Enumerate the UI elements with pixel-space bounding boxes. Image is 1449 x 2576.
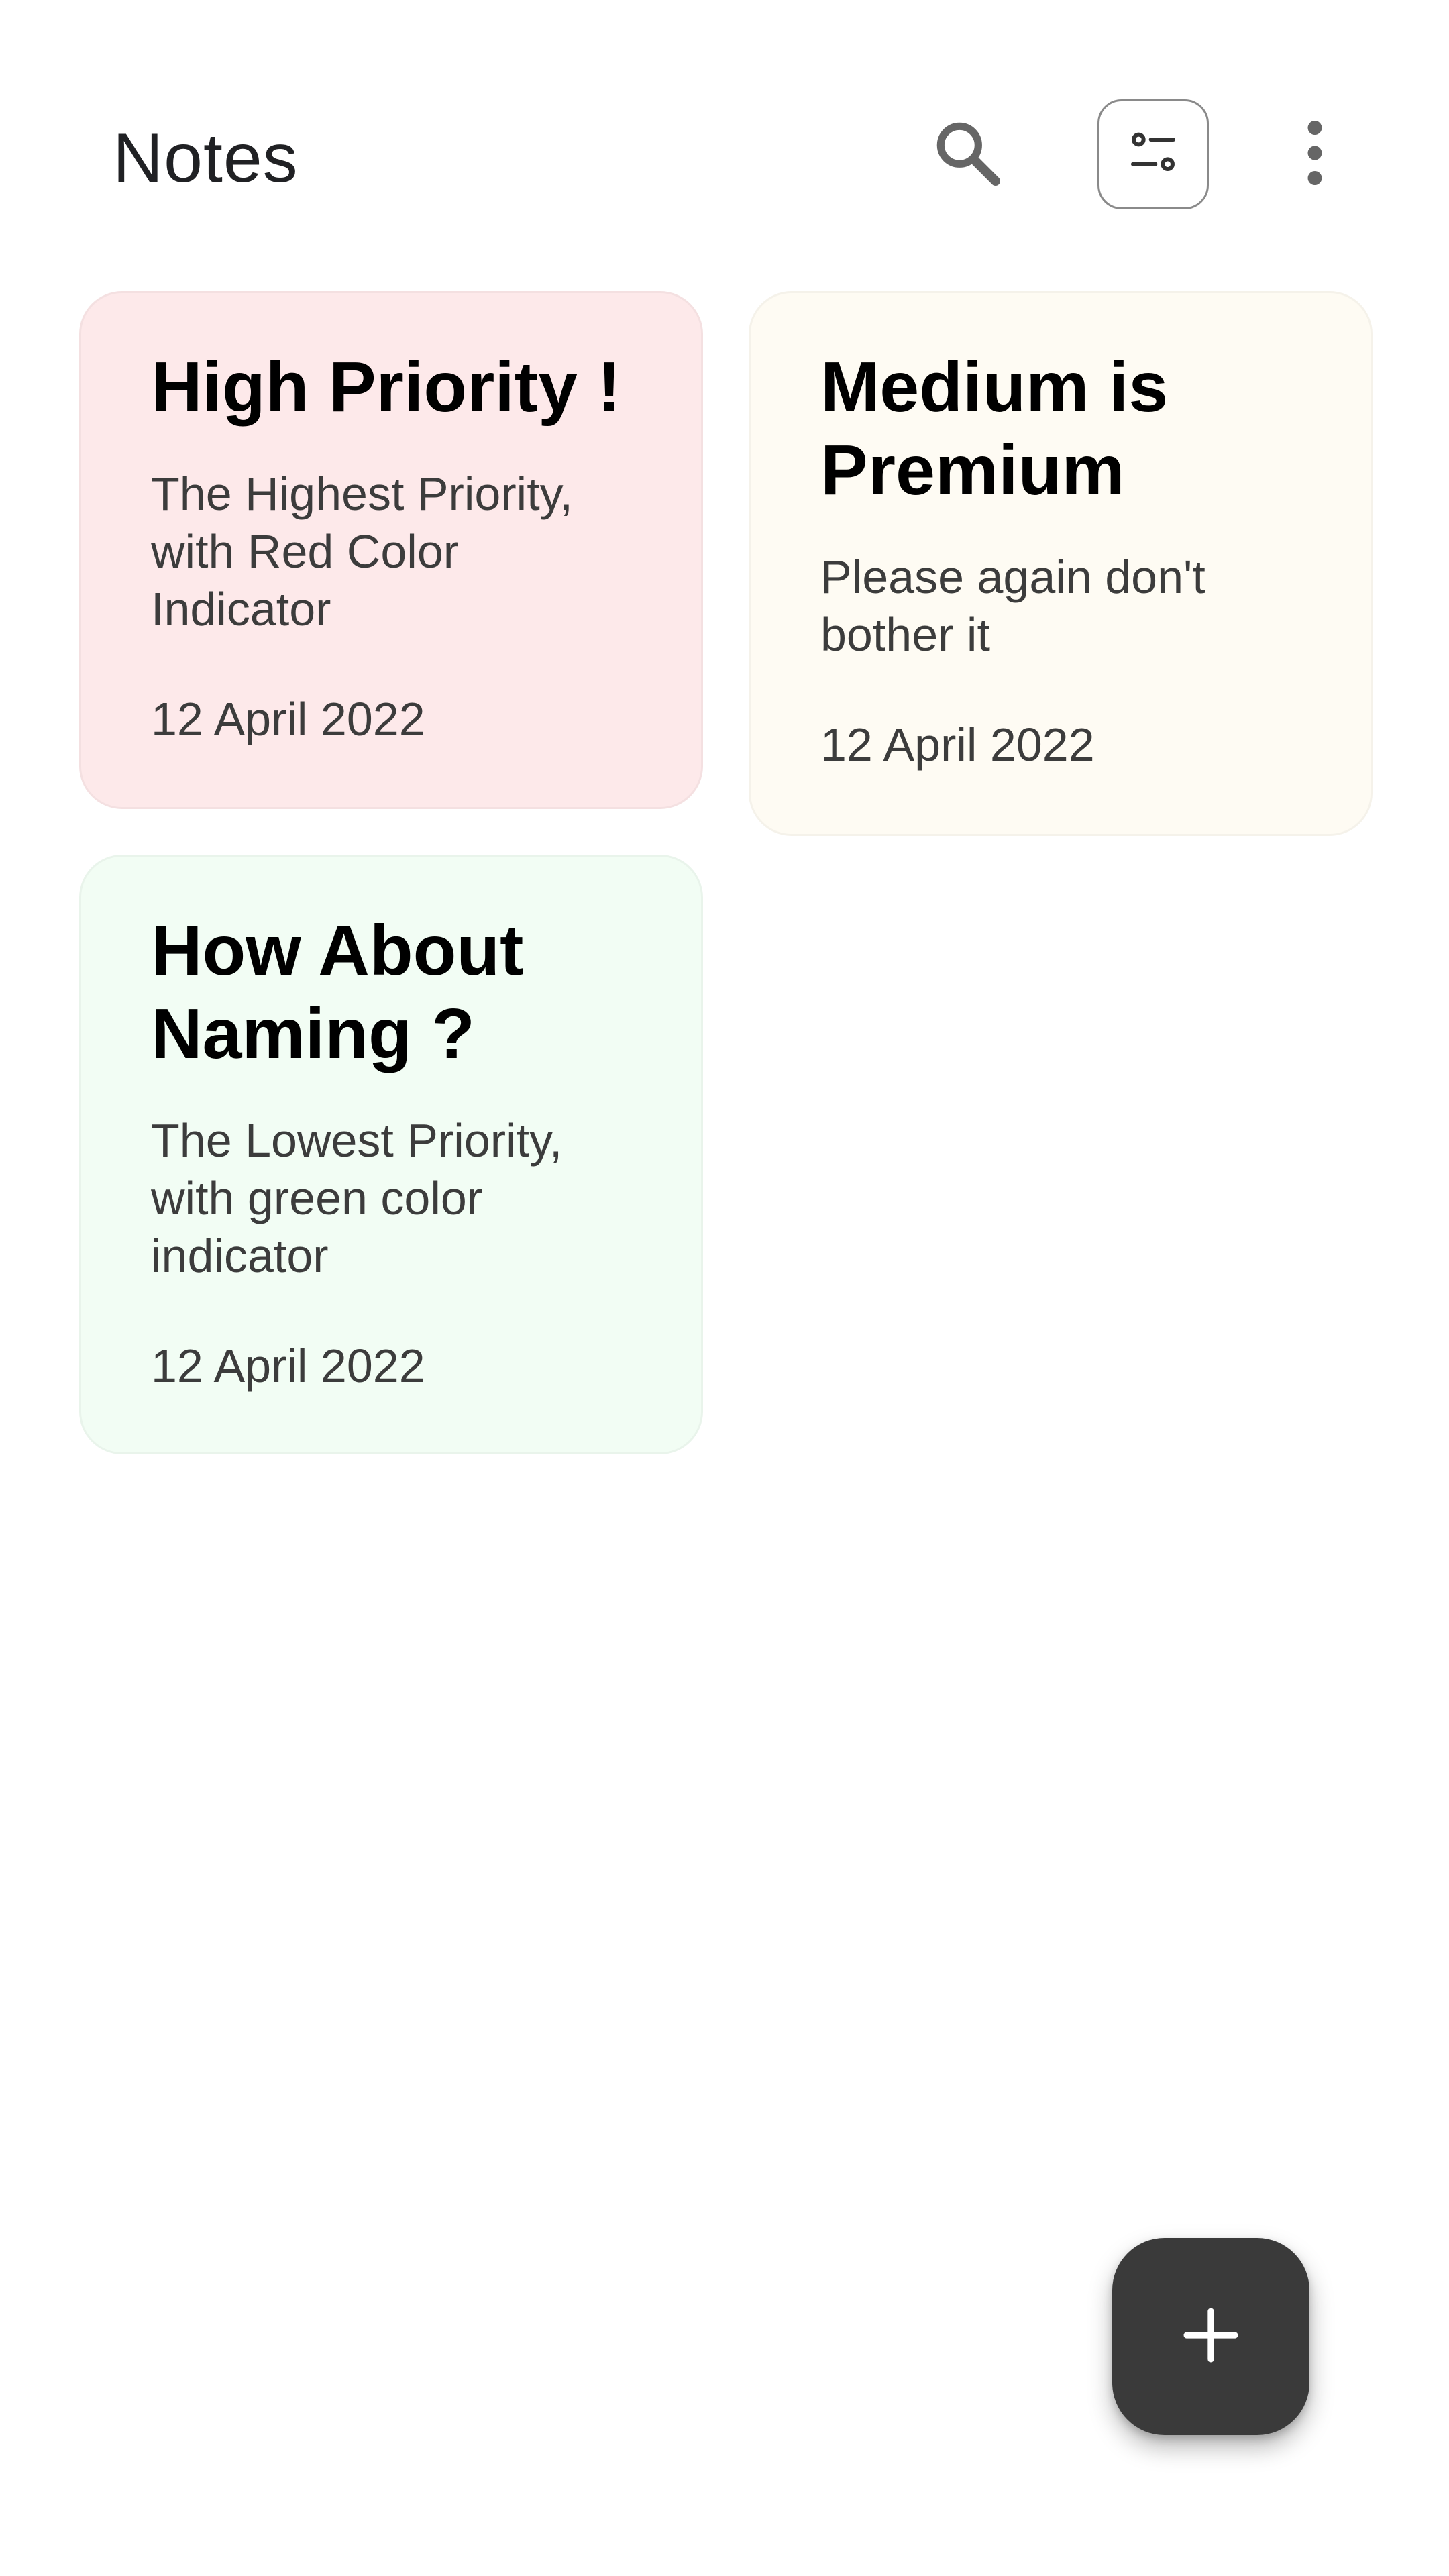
more-vertical-icon <box>1301 119 1328 190</box>
note-body: Please again don't bother it <box>820 551 1205 661</box>
filter-button[interactable] <box>1097 99 1209 209</box>
page-title: Notes <box>113 119 299 197</box>
note-date: 12 April 2022 <box>151 1340 425 1392</box>
note-body: The Highest Priority, with Red Color Ind… <box>151 468 573 635</box>
note-title: How About Naming ? <box>151 911 524 1073</box>
more-options-button[interactable] <box>1275 107 1355 201</box>
note-card-high-priority[interactable]: High Priority ! The Highest Priority, wi… <box>79 291 703 809</box>
add-note-button[interactable] <box>1112 2238 1309 2435</box>
note-card-low-priority[interactable]: How About Naming ? The Lowest Priority, … <box>79 855 703 1454</box>
note-card-medium-priority[interactable]: Medium is Premium Please again don't bot… <box>749 291 1373 836</box>
search-button[interactable] <box>920 107 1014 201</box>
note-title: High Priority ! <box>151 347 621 427</box>
filter-sort-icon <box>1126 126 1180 183</box>
search-icon <box>930 115 1005 194</box>
plus-icon <box>1182 2306 1240 2367</box>
note-date: 12 April 2022 <box>151 693 425 745</box>
note-body: The Lowest Priority, with green color in… <box>151 1114 563 1282</box>
note-date: 12 April 2022 <box>820 718 1095 771</box>
note-title: Medium is Premium <box>820 347 1169 510</box>
